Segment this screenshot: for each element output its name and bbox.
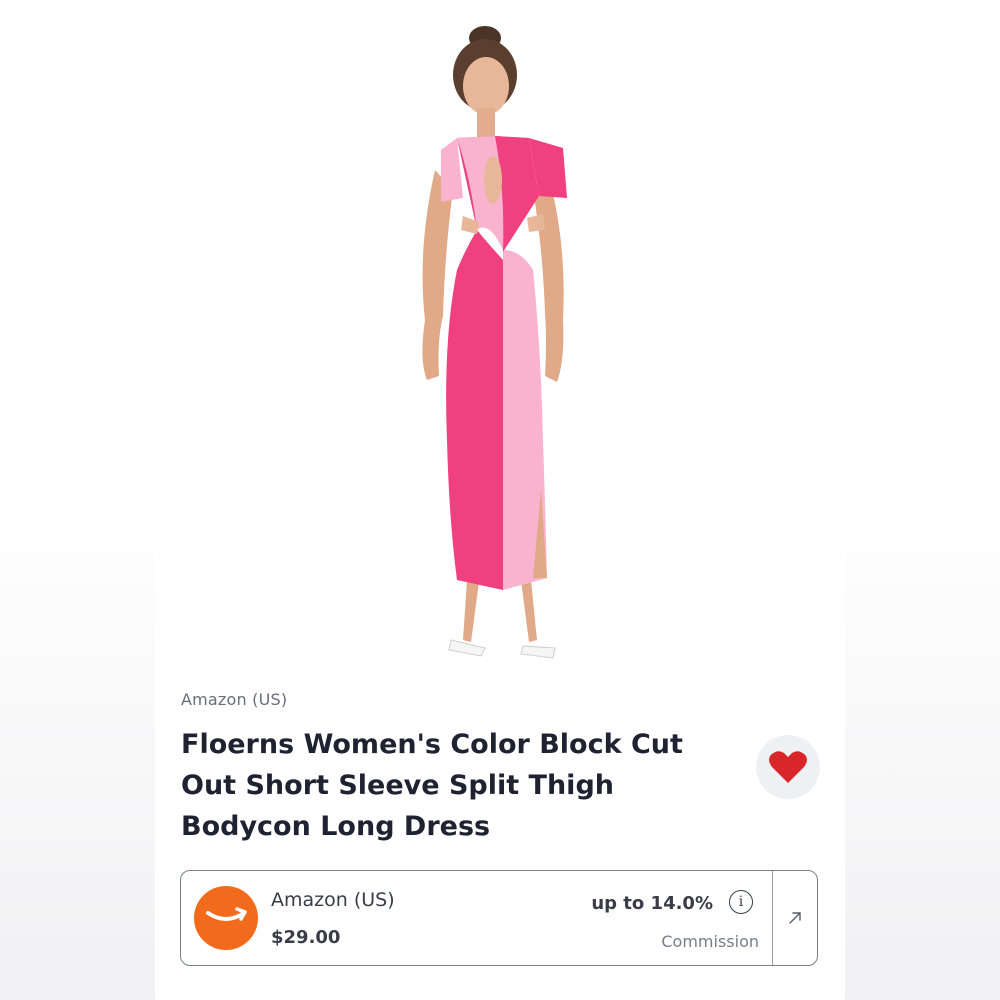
product-image[interactable] (405, 20, 605, 665)
arrow-up-right-icon (789, 911, 801, 924)
commission-rate: up to 14.0% (591, 893, 713, 914)
favorite-button[interactable] (756, 735, 820, 799)
commission-label: Commission (661, 932, 759, 951)
retailer-name: Amazon (US) (271, 889, 395, 911)
retailer-offer-row[interactable]: Amazon (US) $29.00 up to 14.0% i Commiss… (180, 870, 818, 966)
info-icon[interactable]: i (729, 890, 753, 914)
product-card: Amazon (US) Floerns Women's Color Block … (155, 0, 845, 1000)
amazon-logo-icon (194, 886, 258, 950)
dress-illustration (422, 26, 567, 659)
offer-price: $29.00 (271, 927, 341, 948)
product-title[interactable]: Floerns Women's Color Block Cut Out Shor… (181, 724, 741, 847)
background-left (0, 0, 155, 1000)
heart-icon (769, 751, 807, 783)
background-right (845, 0, 1000, 1000)
open-link-button[interactable] (773, 871, 817, 964)
store-label: Amazon (US) (181, 690, 288, 709)
